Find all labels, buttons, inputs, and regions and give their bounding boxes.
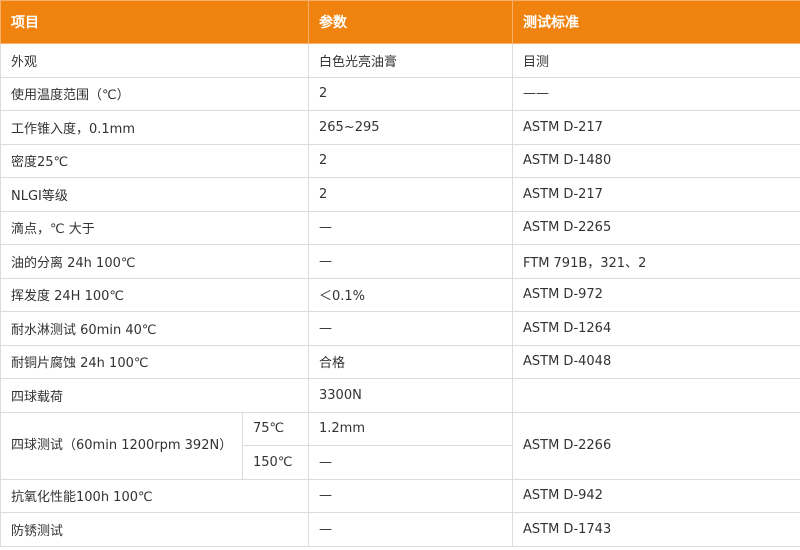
cell-standard: FTM 791B，321、2	[512, 244, 800, 279]
cell-param: 2	[308, 76, 513, 111]
table-row: 耐水淋测试 60min 40℃ — ASTM D-1264	[0, 311, 800, 346]
cell-temp: 150℃	[242, 445, 309, 480]
cell-item: 抗氧化性能100h 100℃	[0, 478, 309, 513]
cell-item: NLGI等级	[0, 177, 309, 212]
table-row: 密度25℃ 2 ASTM D-1480	[0, 143, 800, 178]
cell-item: 防锈测试	[0, 512, 309, 547]
cell-standard: ASTM D-1743	[512, 512, 800, 547]
header-standard: 测试标准	[512, 0, 800, 44]
cell-item: 挥发度 24H 100℃	[0, 277, 309, 312]
cell-item: 滴点，℃ 大于	[0, 210, 309, 245]
table-row: NLGI等级 2 ASTM D-217	[0, 177, 800, 212]
cell-standard: ASTM D-972	[512, 277, 800, 312]
cell-standard: ——	[512, 76, 800, 111]
cell-item: 油的分离 24h 100℃	[0, 244, 309, 279]
cell-standard: ASTM D-1480	[512, 143, 800, 178]
cell-param: 265~295	[308, 110, 513, 145]
cell-param: 1.2mm	[308, 411, 513, 446]
cell-param: 2	[308, 177, 513, 212]
cell-param: —	[308, 210, 513, 245]
spec-table: 项目 参数 测试标准 外观 白色光亮油膏 目测 使用温度范围（℃） 2 —— 工…	[0, 0, 800, 547]
cell-param: —	[308, 478, 513, 513]
cell-standard: 目测	[512, 43, 800, 78]
table-row: 油的分离 24h 100℃ — FTM 791B，321、2	[0, 244, 800, 279]
table-row: 四球载荷 3300N	[0, 378, 800, 413]
table-row: 使用温度范围（℃） 2 ——	[0, 76, 800, 111]
cell-standard: ASTM D-217	[512, 177, 800, 212]
table-row: 工作锥入度，0.1mm 265~295 ASTM D-217	[0, 110, 800, 145]
table-row: 挥发度 24H 100℃ ＜0.1% ASTM D-972	[0, 277, 800, 312]
cell-param: —	[308, 311, 513, 346]
cell-item: 耐铜片腐蚀 24h 100℃	[0, 344, 309, 379]
cell-param: 2	[308, 143, 513, 178]
table-row: 抗氧化性能100h 100℃ — ASTM D-942	[0, 478, 800, 513]
cell-param: ＜0.1%	[308, 277, 513, 312]
cell-param: —	[308, 445, 513, 480]
cell-item: 耐水淋测试 60min 40℃	[0, 311, 309, 346]
cell-standard: ASTM D-1264	[512, 311, 800, 346]
cell-standard	[512, 378, 800, 413]
cell-standard: ASTM D-4048	[512, 344, 800, 379]
cell-item: 密度25℃	[0, 143, 309, 178]
cell-param: 白色光亮油膏	[308, 43, 513, 78]
cell-standard: ASTM D-942	[512, 478, 800, 513]
cell-param: —	[308, 244, 513, 279]
table-row-four-ball: 四球测试（60min 1200rpm 392N） 75℃ 1.2mm ASTM …	[0, 411, 800, 480]
cell-param: —	[308, 512, 513, 547]
table-row: 外观 白色光亮油膏 目测	[0, 43, 800, 78]
cell-param: 3300N	[308, 378, 513, 413]
cell-item: 四球载荷	[0, 378, 309, 413]
cell-standard: ASTM D-2265	[512, 210, 800, 245]
cell-item-four-ball: 四球测试（60min 1200rpm 392N）	[0, 411, 243, 480]
header-item: 项目	[0, 0, 309, 44]
cell-temp: 75℃	[242, 411, 309, 446]
cell-item: 外观	[0, 43, 309, 78]
table-row: 滴点，℃ 大于 — ASTM D-2265	[0, 210, 800, 245]
cell-standard-four-ball: ASTM D-2266	[512, 411, 800, 480]
cell-item: 工作锥入度，0.1mm	[0, 110, 309, 145]
cell-standard: ASTM D-217	[512, 110, 800, 145]
table-row: 防锈测试 — ASTM D-1743	[0, 512, 800, 547]
table-row: 耐铜片腐蚀 24h 100℃ 合格 ASTM D-4048	[0, 344, 800, 379]
table-header-row: 项目 参数 测试标准	[0, 0, 800, 44]
header-param: 参数	[308, 0, 513, 44]
cell-item: 使用温度范围（℃）	[0, 76, 309, 111]
cell-param: 合格	[308, 344, 513, 379]
